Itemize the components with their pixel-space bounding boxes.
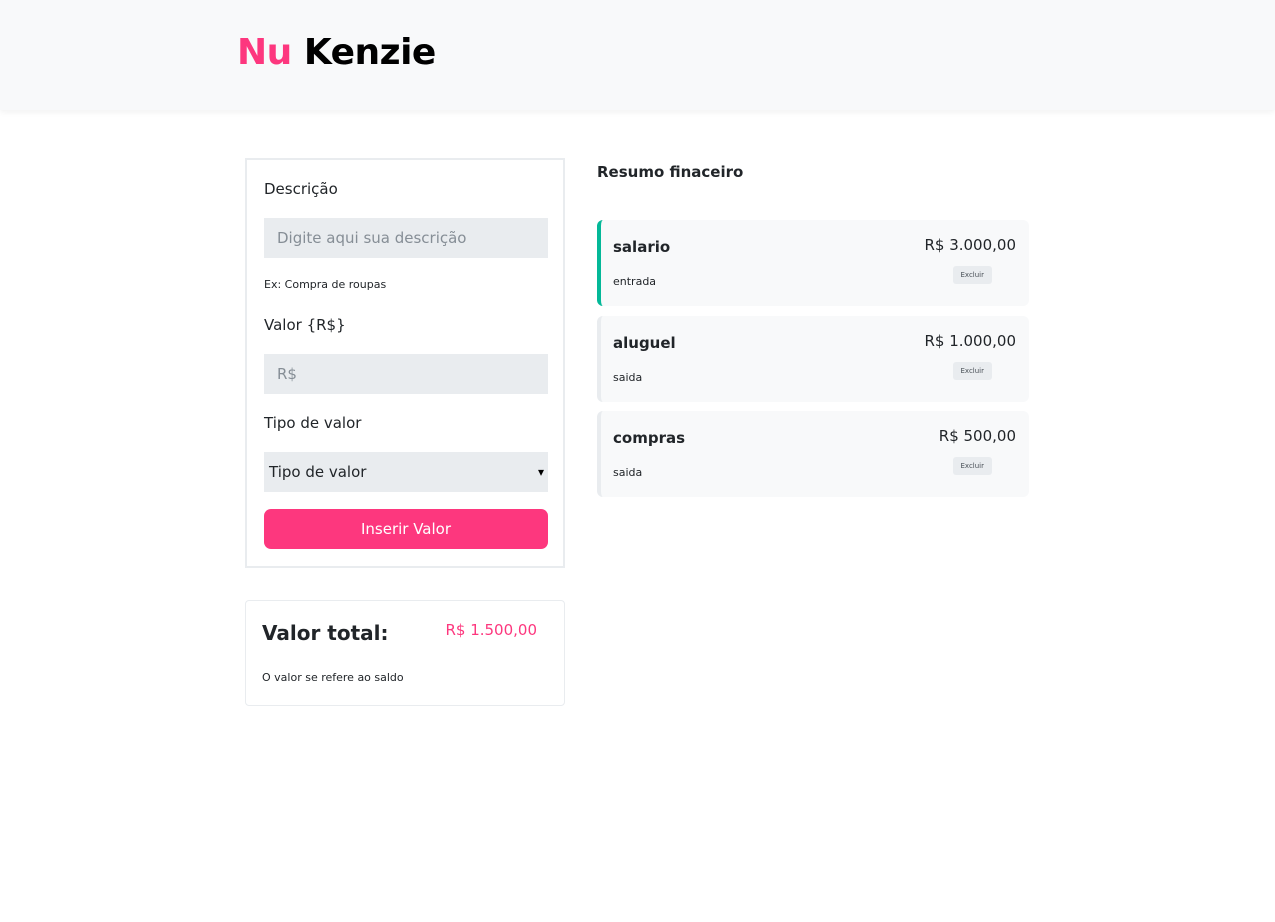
transaction-value: R$ 1.000,00 [924,332,1016,350]
description-input[interactable] [264,218,548,258]
logo: Nu Kenzie [237,30,436,76]
transaction-value: R$ 500,00 [938,427,1016,445]
type-select[interactable]: Tipo de valor ▾ [264,452,548,492]
summary-title: Resumo finaceiro [597,163,744,181]
type-label: Tipo de valor [264,414,362,432]
transaction-value: R$ 3.000,00 [924,236,1016,254]
value-label: Valor {R$} [264,316,346,334]
description-label: Descrição [264,180,338,198]
logo-nu: Nu [237,32,292,73]
delete-button[interactable]: Excluir [952,266,992,284]
value-input[interactable] [264,354,548,394]
transaction-name: compras [613,429,686,447]
insert-value-button[interactable]: Inserir Valor [264,509,548,549]
transaction-name: salario [613,238,671,256]
total-card: Valor total: R$ 1.500,00 O valor se refe… [245,600,565,706]
delete-button[interactable]: Excluir [952,457,992,475]
transaction-type: entrada [613,275,657,288]
app-header: Nu Kenzie [0,0,1275,110]
logo-kenzie: Kenzie [303,32,437,73]
total-title: Valor total: [262,621,389,645]
transaction-form: Descrição Ex: Compra de roupas Valor {R$… [245,158,565,568]
transaction-card: salario entrada R$ 3.000,00 Excluir [597,220,1029,306]
transaction-type: saida [613,371,643,384]
total-value: R$ 1.500,00 [445,621,537,639]
total-note: O valor se refere ao saldo [262,671,404,684]
transaction-card: aluguel saida R$ 1.000,00 Excluir [597,316,1029,402]
transaction-name: aluguel [613,334,676,352]
type-select-value: Tipo de valor [269,463,367,481]
transaction-card: compras saida R$ 500,00 Excluir [597,411,1029,497]
description-hint: Ex: Compra de roupas [264,278,387,291]
delete-button[interactable]: Excluir [952,362,992,380]
chevron-down-icon: ▾ [537,465,544,479]
transaction-type: saida [613,466,643,479]
